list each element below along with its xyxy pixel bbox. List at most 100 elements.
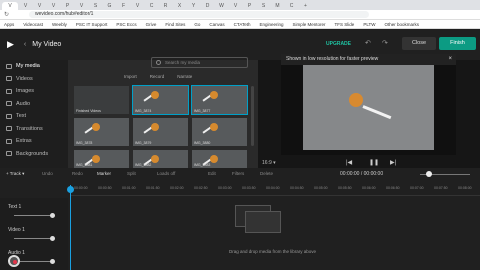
- close-button[interactable]: Close: [402, 37, 436, 50]
- drop-zone[interactable]: [235, 205, 317, 243]
- browser-tab[interactable]: C: [285, 2, 298, 10]
- slider-knob[interactable]: [50, 213, 55, 218]
- sidebar-item-transitions[interactable]: Transitions: [0, 123, 68, 136]
- library-scrollbar[interactable]: [251, 86, 254, 146]
- media-thumb[interactable]: IMG_3877: [191, 85, 248, 115]
- bookmarks-bar: Apps Videocast Weebly PSC IT Support PSC Ecc…: [0, 20, 480, 29]
- project-title[interactable]: My Video: [32, 41, 61, 48]
- redo-icon[interactable]: ↷: [382, 39, 388, 47]
- bookmark-link[interactable]: Go: [194, 22, 200, 27]
- browser-tab[interactable]: P: [61, 2, 74, 10]
- browser-tab[interactable]: X: [173, 2, 186, 10]
- bookmark-link[interactable]: Grive: [146, 22, 157, 27]
- text-track-volume[interactable]: [14, 215, 54, 216]
- browser-tab[interactable]: M: [271, 2, 284, 10]
- filters-button[interactable]: Filters: [232, 171, 244, 176]
- bookmark-link[interactable]: Canvas: [209, 22, 224, 27]
- zoom-knob[interactable]: [426, 171, 432, 177]
- browser-tab[interactable]: V: [75, 2, 88, 10]
- undo-icon[interactable]: ↶: [365, 39, 371, 47]
- upgrade-button[interactable]: UPGRADE: [326, 41, 351, 47]
- video-preview[interactable]: Shown in low resolution for faster previ…: [281, 54, 456, 155]
- media-thumb[interactable]: IMG_3880: [192, 118, 247, 146]
- browser-tab[interactable]: +: [299, 2, 312, 10]
- sidebar-item-my-media[interactable]: My media: [0, 60, 68, 73]
- slider-knob[interactable]: [50, 259, 55, 264]
- track-label-video: Video 1: [8, 227, 25, 233]
- marker-button[interactable]: Marker: [97, 171, 111, 176]
- media-thumb[interactable]: IMG_3878: [74, 118, 129, 146]
- slider-knob[interactable]: [50, 236, 55, 241]
- media-library: Search my media Import Record Narrate Fi…: [68, 57, 258, 168]
- sidebar-item-audio[interactable]: Audio: [0, 98, 68, 111]
- browser-tab[interactable]: P: [243, 2, 256, 10]
- record-button[interactable]: Record: [150, 74, 165, 79]
- browser-tab[interactable]: W: [215, 2, 228, 10]
- add-track-button[interactable]: + Track ▾: [6, 171, 24, 177]
- sidebar-item-extras[interactable]: Extras: [0, 135, 68, 148]
- bookmark-link[interactable]: Weebly: [52, 22, 67, 27]
- bookmark-link[interactable]: Other bookmarks: [384, 22, 419, 27]
- media-thumb[interactable]: IMG_3882: [133, 150, 188, 168]
- sidebar-item-videos[interactable]: Videos: [0, 73, 68, 86]
- browser-tab[interactable]: V: [19, 2, 32, 10]
- url-input[interactable]: wevideo.com/hub#editor/1: [29, 11, 370, 18]
- video-track-volume[interactable]: [14, 238, 54, 239]
- pause-icon[interactable]: ❚❚: [369, 159, 379, 166]
- bookmark-link[interactable]: Videocast: [23, 22, 43, 27]
- media-thumb[interactable]: Finished Videos: [74, 86, 129, 114]
- back-icon[interactable]: ‹: [24, 41, 26, 48]
- audio-track-volume[interactable]: [14, 261, 54, 262]
- record-screen-button[interactable]: [8, 255, 20, 267]
- browser-tab[interactable]: V: [33, 2, 46, 10]
- redo-button[interactable]: Redo: [72, 171, 83, 176]
- bookmark-link[interactable]: TFS Slide: [335, 22, 355, 27]
- import-button[interactable]: Import: [124, 74, 137, 79]
- bookmark-link[interactable]: PSC Eccs: [116, 22, 136, 27]
- browser-tab[interactable]: C: [145, 2, 158, 10]
- finish-button[interactable]: Finish: [439, 37, 476, 50]
- browser-tab[interactable]: D: [201, 2, 214, 10]
- browser-tab[interactable]: V: [131, 2, 144, 10]
- bookmark-link[interactable]: CTATeth: [234, 22, 251, 27]
- split-button[interactable]: Split: [127, 171, 136, 176]
- time-ruler[interactable]: 00:00:00 00:00:50 00:01:00 00:01:50 00:02:00…: [70, 184, 480, 196]
- aspect-ratio-select[interactable]: 16:9 ▾: [262, 160, 276, 166]
- bookmark-link[interactable]: Find Sites: [165, 22, 185, 27]
- sidebar-item-text[interactable]: Text: [0, 110, 68, 123]
- browser-tab[interactable]: V: [47, 2, 60, 10]
- media-thumb[interactable]: IMG_3879: [133, 118, 188, 146]
- media-thumb[interactable]: IMG_3881: [74, 150, 129, 168]
- playhead[interactable]: [70, 185, 71, 270]
- browser-tab[interactable]: F: [117, 2, 130, 10]
- browser-tab[interactable]: S: [257, 2, 270, 10]
- bookmark-link[interactable]: Engineering: [260, 22, 284, 27]
- browser-tab[interactable]: G: [103, 2, 116, 10]
- next-frame-icon[interactable]: ▶|: [390, 159, 396, 166]
- close-icon[interactable]: ×: [448, 54, 452, 65]
- reload-icon[interactable]: ↻: [4, 11, 9, 18]
- browser-tab[interactable]: V: [2, 2, 18, 10]
- previous-frame-icon[interactable]: |◀: [346, 159, 352, 166]
- bookmark-link[interactable]: Apps: [4, 22, 14, 27]
- edit-button[interactable]: Edit: [208, 171, 216, 176]
- bookmark-link[interactable]: PLTW: [363, 22, 375, 27]
- delete-button[interactable]: Delete: [260, 171, 273, 176]
- sidebar-item-backgrounds[interactable]: Backgrounds: [0, 148, 68, 161]
- media-thumb[interactable]: IMG_3874: [132, 85, 189, 115]
- search-input[interactable]: Search my media: [151, 57, 248, 68]
- wevideo-logo-icon[interactable]: ▶: [7, 39, 14, 50]
- ruler-tick-label: 00:01:00: [122, 186, 136, 190]
- loads-off-button[interactable]: Loads off: [157, 171, 175, 176]
- playhead-handle[interactable]: [67, 186, 74, 193]
- undo-button[interactable]: Undo: [42, 171, 53, 176]
- bookmark-link[interactable]: Simple Mentorer: [293, 22, 326, 27]
- browser-tab[interactable]: Y: [187, 2, 200, 10]
- browser-tab[interactable]: R: [159, 2, 172, 10]
- sidebar-item-images[interactable]: Images: [0, 85, 68, 98]
- browser-tab[interactable]: S: [89, 2, 102, 10]
- browser-tab[interactable]: V: [229, 2, 242, 10]
- bookmark-link[interactable]: PSC IT Support: [76, 22, 107, 27]
- narrate-button[interactable]: Narrate: [177, 74, 192, 79]
- media-thumb[interactable]: IMG_3883: [192, 150, 247, 168]
